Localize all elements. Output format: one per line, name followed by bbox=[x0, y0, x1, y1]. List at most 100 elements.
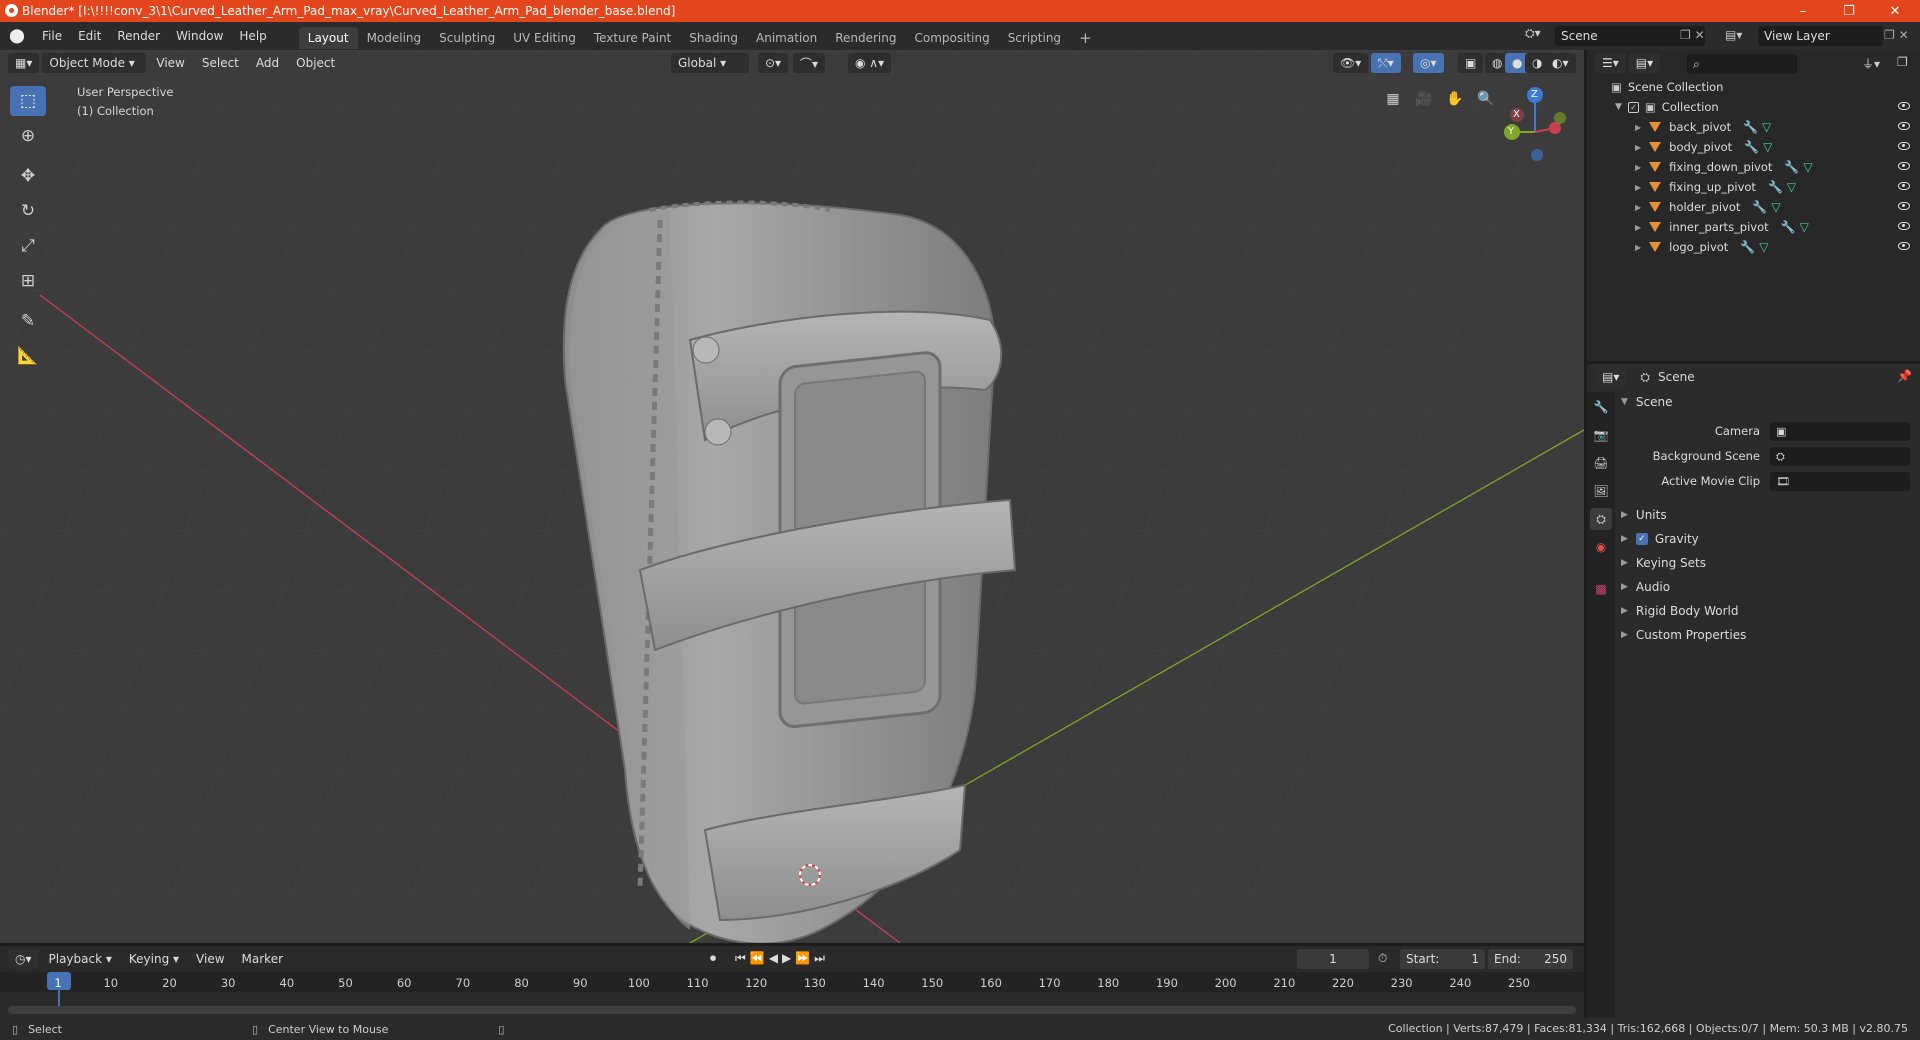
mesh-data-icon[interactable]: ▽ bbox=[1762, 120, 1771, 134]
eye-icon[interactable] bbox=[1898, 102, 1910, 110]
minimize-button[interactable]: – bbox=[1780, 0, 1826, 22]
gizmo-toggle-icon[interactable]: ⤲▾ bbox=[1371, 53, 1401, 73]
expand-chevron-icon[interactable]: ▶ bbox=[1635, 183, 1641, 192]
menu-keying[interactable]: Keying ▾ bbox=[122, 949, 186, 969]
modifier-wrench-icon[interactable]: 🔧 bbox=[1743, 120, 1758, 134]
annotate-tool-icon[interactable]: ✎ bbox=[10, 306, 46, 336]
filter-icon[interactable]: ⏚▾ bbox=[1862, 55, 1880, 72]
panel-rigid-body-world[interactable]: ▶ Rigid Body World bbox=[1621, 600, 1911, 622]
background-scene-field[interactable]: ⛭ bbox=[1770, 447, 1910, 466]
menu-window[interactable]: Window bbox=[168, 29, 231, 43]
active-movie-clip-field[interactable]: 🎞 bbox=[1770, 472, 1910, 491]
tab-layout[interactable]: Layout bbox=[298, 27, 358, 49]
camera-view-icon[interactable]: 🎥 bbox=[1411, 86, 1437, 112]
blender-menu-icon[interactable]: ⬤ bbox=[0, 28, 34, 44]
properties-editor-type-icon[interactable]: ▤▾ bbox=[1595, 367, 1627, 387]
expand-chevron-icon[interactable]: ▶ bbox=[1635, 243, 1641, 252]
transform-tool-icon[interactable]: ⊞ bbox=[10, 266, 46, 296]
playback-controls-icon[interactable]: ⏮⏪◀▶⏩⏭ bbox=[735, 951, 829, 966]
clock-icon[interactable]: ⏱ bbox=[1378, 951, 1387, 966]
measure-tool-icon[interactable]: 📐 bbox=[10, 341, 46, 371]
mesh-data-icon[interactable]: ▽ bbox=[1771, 200, 1780, 214]
snap-icon[interactable]: ⌒▾ bbox=[793, 53, 826, 73]
end-frame-field[interactable]: End: 250 bbox=[1488, 949, 1573, 969]
tab-animation[interactable]: Animation bbox=[747, 27, 826, 49]
expand-chevron-icon[interactable]: ▶ bbox=[1635, 203, 1641, 212]
pan-view-icon[interactable]: ✋ bbox=[1442, 86, 1468, 112]
expand-chevron-icon[interactable]: ▶ bbox=[1635, 123, 1641, 132]
mesh-data-icon[interactable]: ▽ bbox=[1759, 240, 1768, 254]
eye-icon[interactable] bbox=[1898, 242, 1910, 250]
world-tab-icon[interactable]: ◉ bbox=[1590, 536, 1612, 558]
expand-chevron-icon[interactable]: ▶ bbox=[1635, 163, 1641, 172]
view-layer-tab-icon[interactable]: 🖼 bbox=[1590, 480, 1612, 502]
current-frame-field[interactable]: 1 bbox=[1297, 949, 1369, 969]
zoom-view-icon[interactable]: 🔍 bbox=[1473, 86, 1499, 112]
editor-type-button[interactable]: ▦▾ bbox=[8, 53, 40, 73]
mesh-data-icon[interactable]: ▽ bbox=[1763, 140, 1772, 154]
menu-timeline-view[interactable]: View bbox=[189, 949, 231, 969]
eye-icon[interactable] bbox=[1898, 182, 1910, 190]
view-layer-new-icon[interactable]: ❐ ✕ bbox=[1884, 28, 1909, 42]
overlay-toggle-icon[interactable]: ◎▾ bbox=[1413, 53, 1444, 73]
eye-icon[interactable] bbox=[1898, 142, 1910, 150]
scene-selector-icon[interactable]: ⛭▾ bbox=[1525, 26, 1541, 41]
tab-rendering[interactable]: Rendering bbox=[826, 27, 905, 49]
gravity-checkbox[interactable]: ✓ bbox=[1635, 533, 1648, 545]
modifier-wrench-icon[interactable]: 🔧 bbox=[1784, 160, 1799, 174]
mesh-data-icon[interactable]: ▽ bbox=[1800, 220, 1809, 234]
menu-object[interactable]: Object bbox=[289, 53, 342, 73]
panel-units[interactable]: ▶ Units bbox=[1621, 504, 1911, 526]
outliner-item-back-pivot[interactable]: ▶ back_pivot 🔧 ▽ bbox=[1587, 117, 1920, 137]
new-scene-icon[interactable]: ❐ ✕ bbox=[1680, 28, 1705, 42]
eye-icon[interactable] bbox=[1898, 202, 1910, 210]
mode-dropdown[interactable]: Object Mode ▾ bbox=[42, 53, 147, 73]
scene-section-header[interactable]: ▼ Scene bbox=[1621, 391, 1911, 413]
texture-tab-icon[interactable]: ▩ bbox=[1590, 578, 1612, 600]
xray-icon[interactable]: ▣ bbox=[1458, 53, 1484, 73]
eye-icon[interactable] bbox=[1898, 222, 1910, 230]
view-layer-icon[interactable]: ▤▾ bbox=[1725, 28, 1742, 42]
menu-marker[interactable]: Marker bbox=[235, 949, 290, 969]
menu-file[interactable]: File bbox=[34, 29, 70, 43]
timeline-editor-type-icon[interactable]: ◷▾ bbox=[8, 949, 39, 969]
expand-chevron-icon[interactable]: ▶ bbox=[1635, 223, 1641, 232]
new-collection-icon[interactable]: ❐ bbox=[1897, 55, 1908, 69]
record-icon[interactable]: ⏺ bbox=[710, 951, 716, 966]
3d-viewport[interactable] bbox=[0, 50, 1584, 943]
close-button[interactable]: ✕ bbox=[1872, 0, 1918, 22]
tab-uv-editing[interactable]: UV Editing bbox=[504, 27, 585, 49]
ortho-toggle-icon[interactable]: ▦ bbox=[1380, 86, 1406, 112]
outliner-item-holder-pivot[interactable]: ▶ holder_pivot 🔧 ▽ bbox=[1587, 197, 1920, 217]
expand-chevron-icon[interactable]: ▶ bbox=[1635, 143, 1641, 152]
rotate-tool-icon[interactable]: ↻ bbox=[10, 196, 46, 226]
move-tool-icon[interactable]: ✥ bbox=[10, 161, 46, 191]
modifier-wrench-icon[interactable]: 🔧 bbox=[1781, 220, 1796, 234]
orientation-dropdown[interactable]: Global ▾ bbox=[671, 53, 749, 73]
scale-tool-icon[interactable]: ⤢ bbox=[10, 231, 46, 261]
pivot-icon[interactable]: ⊙▾ bbox=[758, 53, 789, 73]
render-tab-icon[interactable]: 📷 bbox=[1590, 424, 1612, 446]
menu-add[interactable]: Add bbox=[249, 53, 286, 73]
tool-tab-icon[interactable]: 🔧 bbox=[1590, 396, 1612, 418]
panel-keying-sets[interactable]: ▶ Keying Sets bbox=[1621, 552, 1911, 574]
panel-custom-properties[interactable]: ▶ Custom Properties bbox=[1621, 624, 1911, 646]
view-layer-field[interactable]: View Layer bbox=[1758, 26, 1883, 46]
visibility-icon[interactable]: 👁▾ bbox=[1333, 53, 1369, 73]
timeline-scrollbar[interactable] bbox=[8, 1006, 1576, 1014]
panel-audio[interactable]: ▶ Audio bbox=[1621, 576, 1911, 598]
add-workspace-button[interactable]: + bbox=[1070, 25, 1101, 51]
restore-button[interactable]: ❐ bbox=[1826, 0, 1872, 22]
scene-tab-icon[interactable]: ⛭ bbox=[1590, 508, 1612, 530]
cursor-tool-icon[interactable]: ⊕ bbox=[10, 121, 46, 151]
modifier-wrench-icon[interactable]: 🔧 bbox=[1752, 200, 1767, 214]
menu-help[interactable]: Help bbox=[231, 29, 274, 43]
rendered-shading-icon[interactable]: ◐▾ bbox=[1545, 53, 1576, 73]
outliner-item-fixing-down-pivot[interactable]: ▶ fixing_down_pivot 🔧 ▽ bbox=[1587, 157, 1920, 177]
mesh-data-icon[interactable]: ▽ bbox=[1787, 180, 1796, 194]
outliner-item-inner-parts-pivot[interactable]: ▶ inner_parts_pivot 🔧 ▽ bbox=[1587, 217, 1920, 237]
pin-icon[interactable]: 📌 bbox=[1897, 369, 1912, 383]
modifier-wrench-icon[interactable]: 🔧 bbox=[1744, 140, 1759, 154]
tab-sculpting[interactable]: Sculpting bbox=[430, 27, 504, 49]
menu-select[interactable]: Select bbox=[195, 53, 246, 73]
